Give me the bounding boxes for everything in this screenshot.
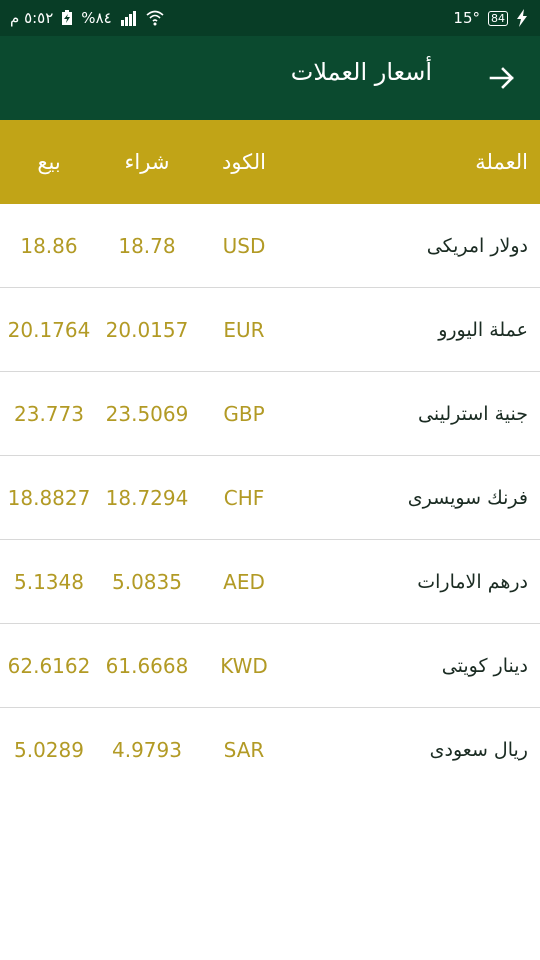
currency-code: USD bbox=[222, 233, 266, 258]
arrow-right-icon bbox=[489, 67, 514, 89]
buy-price: 23.5069 bbox=[105, 401, 189, 426]
header-sell: بيع bbox=[37, 150, 61, 174]
currency-code: SAR bbox=[223, 738, 265, 762]
currency-name: جنية استرلينى bbox=[418, 402, 528, 425]
wifi-icon bbox=[146, 10, 164, 26]
currency-code: KWD bbox=[220, 653, 268, 678]
page-title: أسعار العملات bbox=[290, 58, 432, 86]
currency-code: CHF bbox=[223, 485, 265, 510]
table-header: العملة الكود شراء بيع bbox=[0, 120, 540, 204]
flash-icon bbox=[517, 9, 527, 27]
sell-price: 20.1764 bbox=[7, 317, 91, 342]
sell-price: 18.8827 bbox=[7, 485, 91, 510]
currency-name: ريال سعودى bbox=[429, 739, 528, 761]
table-row[interactable]: دولار امريكى USD 18.78 18.86 bbox=[0, 204, 540, 288]
battery-badge: 84 bbox=[488, 10, 508, 26]
battery-charging-icon bbox=[62, 10, 73, 25]
header-buy: شراء bbox=[124, 150, 170, 174]
currency-name: فرنك سويسرى bbox=[407, 486, 528, 509]
table-row[interactable]: جنية استرلينى GBP 23.5069 23.773 bbox=[0, 372, 540, 456]
table-row[interactable]: ريال سعودى SAR 4.9793 5.0289 bbox=[0, 708, 540, 792]
table-row[interactable]: فرنك سويسرى CHF 18.7294 18.8827 bbox=[0, 456, 540, 540]
app-bar: أسعار العملات bbox=[0, 36, 540, 120]
sell-price: 5.0289 bbox=[14, 738, 84, 762]
currency-name: درهم الامارات bbox=[417, 570, 528, 593]
battery-percent: %٨٤ bbox=[81, 9, 112, 27]
buy-price: 61.6668 bbox=[105, 653, 189, 678]
currency-name: دولار امريكى bbox=[426, 234, 528, 257]
currency-code: GBP bbox=[223, 401, 265, 426]
table-row[interactable]: درهم الامارات AED 5.0835 5.1348 bbox=[0, 540, 540, 624]
buy-price: 4.9793 bbox=[112, 738, 182, 762]
temperature: 15° bbox=[453, 9, 480, 27]
header-code: الكود bbox=[221, 150, 267, 174]
back-button[interactable] bbox=[482, 58, 522, 98]
header-currency: العملة bbox=[475, 150, 528, 174]
table-row[interactable]: عملة اليورو EUR 20.0157 20.1764 bbox=[0, 288, 540, 372]
buy-price: 5.0835 bbox=[112, 569, 182, 594]
table-row[interactable]: دينار كويتى KWD 61.6668 62.6162 bbox=[0, 624, 540, 708]
currency-code: AED bbox=[223, 569, 265, 594]
currency-name: عملة اليورو bbox=[438, 318, 528, 341]
buy-price: 18.78 bbox=[118, 233, 176, 258]
signal-icon bbox=[120, 11, 136, 26]
buy-price: 18.7294 bbox=[105, 485, 189, 510]
status-left: ٥:٥٢ م %٨٤ bbox=[10, 9, 164, 27]
currency-list: دولار امريكى USD 18.78 18.86 عملة اليورو… bbox=[0, 204, 540, 792]
status-right: 84 15° bbox=[453, 9, 528, 27]
sell-price: 23.773 bbox=[14, 401, 84, 426]
status-bar: ٥:٥٢ م %٨٤ 84 15° bbox=[0, 0, 540, 36]
currency-code: EUR bbox=[223, 317, 265, 342]
currency-name: دينار كويتى bbox=[441, 654, 528, 677]
sell-price: 5.1348 bbox=[14, 569, 84, 594]
sell-price: 62.6162 bbox=[7, 653, 91, 678]
sell-price: 18.86 bbox=[20, 233, 78, 258]
clock: ٥:٥٢ م bbox=[10, 9, 54, 27]
buy-price: 20.0157 bbox=[105, 317, 189, 342]
